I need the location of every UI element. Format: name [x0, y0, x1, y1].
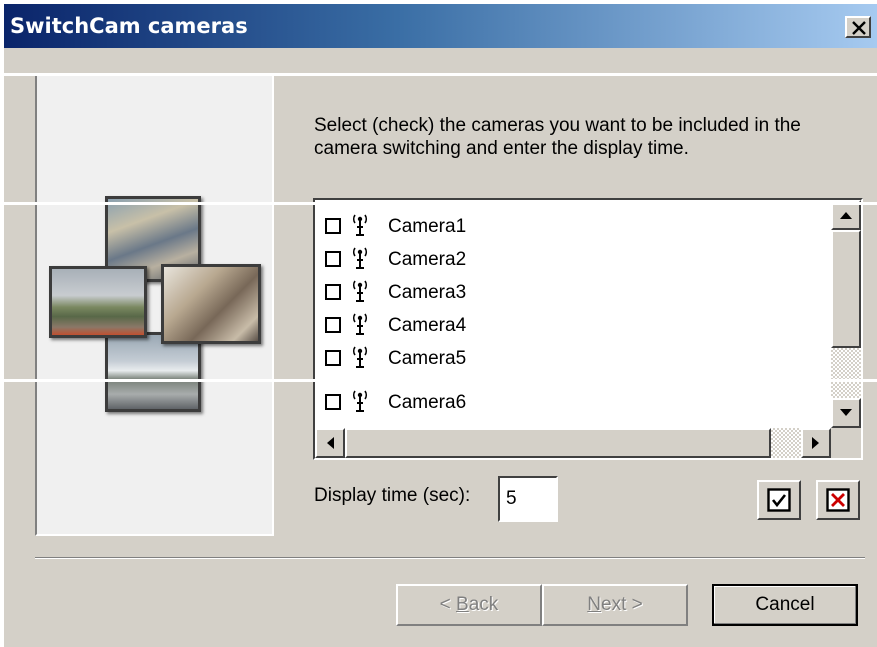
uncheck-all-icon: [826, 488, 850, 512]
separator-line: [0, 379, 877, 382]
camera-label-3: Camera3: [388, 282, 467, 303]
clear-all-button[interactable]: [816, 480, 860, 520]
camera-antenna-icon: [352, 247, 368, 269]
separator-line: [0, 73, 877, 76]
horizontal-scrollbar[interactable]: [315, 428, 831, 458]
camera-antenna-icon: [352, 214, 368, 236]
scrollbar-corner: [831, 428, 861, 458]
camera-label-4: Camera4: [388, 315, 467, 336]
window-title: SwitchCam cameras: [10, 14, 248, 38]
close-button[interactable]: [845, 16, 871, 38]
arrow-down-icon: [840, 409, 852, 416]
camera-checkbox-3[interactable]: [325, 284, 341, 300]
camera-label-6: Camera6: [388, 392, 467, 413]
camera-label-2: Camera2: [388, 249, 467, 270]
vertical-scroll-thumb[interactable]: [831, 230, 861, 348]
camera-checkbox-4[interactable]: [325, 317, 341, 333]
camera-checkbox-5[interactable]: [325, 350, 341, 366]
camera-label-5: Camera5: [388, 348, 467, 369]
title-bar[interactable]: SwitchCam cameras: [4, 4, 877, 48]
close-x-icon: [852, 21, 866, 35]
select-all-button[interactable]: [757, 480, 801, 520]
display-time-input[interactable]: [498, 476, 558, 522]
camera-photo-bottom: [105, 332, 201, 412]
arrow-up-icon: [840, 212, 852, 219]
next-rest: ext >: [601, 594, 643, 615]
camera-photo-left: [49, 266, 147, 338]
cancel-button[interactable]: Cancel: [712, 584, 858, 626]
footer-divider: [35, 557, 865, 559]
scroll-down-button[interactable]: [831, 398, 861, 428]
back-accel: B: [456, 594, 469, 615]
vertical-scrollbar[interactable]: [831, 200, 861, 428]
next-accel: N: [587, 594, 601, 615]
camera-photo-right: [161, 264, 261, 344]
camera-antenna-icon: [352, 390, 368, 412]
back-button[interactable]: < Back: [396, 584, 542, 626]
back-prefix: <: [439, 594, 457, 615]
camera-checkbox-2[interactable]: [325, 251, 341, 267]
arrow-left-icon: [327, 437, 334, 449]
next-button[interactable]: Next >: [542, 584, 688, 626]
camera-list[interactable]: Camera1 Camera2 Camera3 Camera4 Camera5 …: [313, 198, 863, 460]
camera-label-1: Camera1: [388, 216, 467, 237]
camera-antenna-icon: [352, 280, 368, 302]
separator-line: [0, 202, 877, 205]
camera-antenna-icon: [352, 313, 368, 335]
camera-antenna-icon: [352, 346, 368, 368]
side-image-panel: [35, 74, 274, 536]
arrow-right-icon: [812, 437, 819, 449]
camera-checkbox-6[interactable]: [325, 394, 341, 410]
check-all-icon: [767, 488, 791, 512]
instructions-text: Select (check) the cameras you want to b…: [314, 115, 801, 159]
back-rest: ack: [468, 594, 499, 615]
display-time-label: Display time (sec):: [314, 485, 471, 506]
scroll-left-button[interactable]: [315, 428, 345, 458]
scroll-right-button[interactable]: [801, 428, 831, 458]
camera-checkbox-1[interactable]: [325, 218, 341, 234]
horizontal-scroll-thumb[interactable]: [345, 428, 771, 458]
switchcam-dialog: SwitchCam cameras Select (check) the cam…: [4, 4, 877, 647]
